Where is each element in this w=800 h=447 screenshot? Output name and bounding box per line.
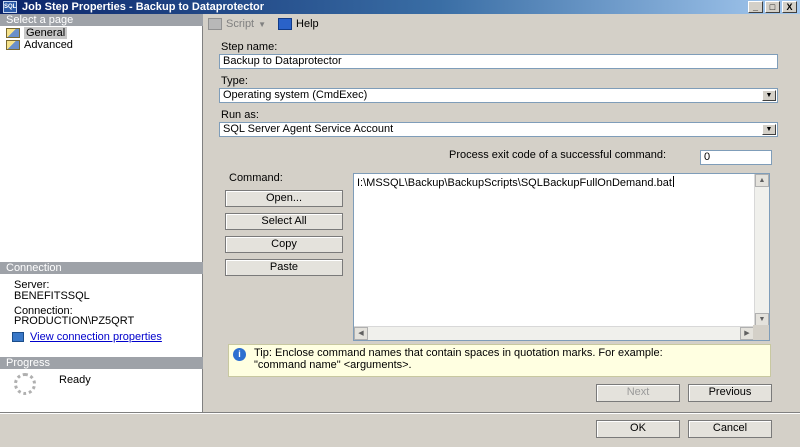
page-icon: [6, 28, 20, 38]
scrollbar-corner: [753, 325, 769, 340]
vertical-scrollbar[interactable]: ▲ ▼: [754, 174, 769, 326]
select-all-button[interactable]: Select All: [225, 213, 343, 230]
page-item-label: General: [24, 27, 68, 39]
ok-button[interactable]: OK: [596, 420, 680, 438]
cancel-button[interactable]: Cancel: [688, 420, 772, 438]
command-textarea[interactable]: I:\MSSQL\Backup\BackupScripts\SQLBackupF…: [353, 173, 770, 341]
step-name-input[interactable]: Backup to Dataprotector: [219, 54, 778, 69]
open-button[interactable]: Open...: [225, 190, 343, 207]
chevron-down-icon[interactable]: ▼: [762, 124, 776, 135]
footer-separator: [0, 412, 800, 414]
script-label: Script: [226, 18, 255, 30]
horizontal-scrollbar[interactable]: ◀ ▶: [354, 326, 754, 340]
exit-code-label: Process exit code of a successful comman…: [449, 149, 667, 161]
page-item-advanced[interactable]: Advanced: [6, 39, 73, 51]
next-button[interactable]: Next: [596, 384, 680, 402]
type-select[interactable]: Operating system (CmdExec) ▼: [219, 88, 778, 103]
command-text: I:\MSSQL\Backup\BackupScripts\SQLBackupF…: [357, 176, 674, 189]
title-bar: SQL Job Step Properties - Backup to Data…: [0, 0, 800, 14]
run-as-value: SQL Server Agent Service Account: [223, 123, 394, 135]
window-title: Job Step Properties - Backup to Dataprot…: [22, 1, 265, 13]
previous-button[interactable]: Previous: [688, 384, 772, 402]
type-value: Operating system (CmdExec): [223, 89, 368, 101]
script-button[interactable]: Script ▼: [208, 18, 266, 30]
help-button[interactable]: Help: [278, 18, 319, 30]
text-caret: [672, 176, 674, 187]
left-pane: Select a page General Advanced Connectio…: [0, 14, 203, 412]
view-connection-properties-text: View connection properties: [30, 331, 162, 343]
app-icon: SQL: [3, 1, 17, 13]
type-label: Type:: [221, 75, 248, 87]
page-item-label: Advanced: [24, 39, 73, 51]
info-icon: i: [233, 348, 246, 361]
help-label: Help: [296, 18, 319, 30]
copy-button[interactable]: Copy: [225, 236, 343, 253]
toolbar: Script ▼ Help: [204, 14, 800, 34]
run-as-select[interactable]: SQL Server Agent Service Account ▼: [219, 122, 778, 137]
command-label: Command:: [229, 172, 283, 184]
connection-properties-icon: [12, 332, 24, 342]
tip-box: i Tip: Enclose command names that contai…: [228, 344, 771, 377]
chevron-down-icon: ▼: [258, 19, 267, 29]
scroll-right-icon[interactable]: ▶: [740, 327, 754, 340]
server-value: BENEFITSSQL: [14, 290, 90, 302]
progress-header: Progress: [0, 357, 203, 369]
connection-header: Connection: [0, 262, 203, 274]
help-icon: [278, 18, 293, 30]
minimize-button[interactable]: _: [748, 1, 763, 13]
progress-spinner-icon: [14, 373, 36, 395]
paste-button[interactable]: Paste: [225, 259, 343, 276]
script-icon: [208, 18, 222, 30]
tip-text: Tip: Enclose command names that contain …: [254, 347, 663, 371]
view-connection-properties-link[interactable]: View connection properties: [12, 331, 162, 343]
connection-value: PRODUCTION\PZ5QRT: [14, 315, 135, 327]
chevron-down-icon[interactable]: ▼: [762, 90, 776, 101]
exit-code-input[interactable]: 0: [700, 150, 772, 165]
step-name-label: Step name:: [221, 41, 278, 53]
maximize-button[interactable]: □: [765, 1, 780, 13]
page-icon: [6, 40, 20, 50]
select-page-header: Select a page: [0, 14, 203, 26]
scroll-up-icon[interactable]: ▲: [755, 174, 769, 187]
scroll-left-icon[interactable]: ◀: [354, 327, 368, 340]
close-button[interactable]: X: [782, 1, 797, 13]
run-as-label: Run as:: [221, 109, 259, 121]
progress-status: Ready: [59, 374, 91, 386]
page-item-general[interactable]: General: [6, 27, 68, 39]
